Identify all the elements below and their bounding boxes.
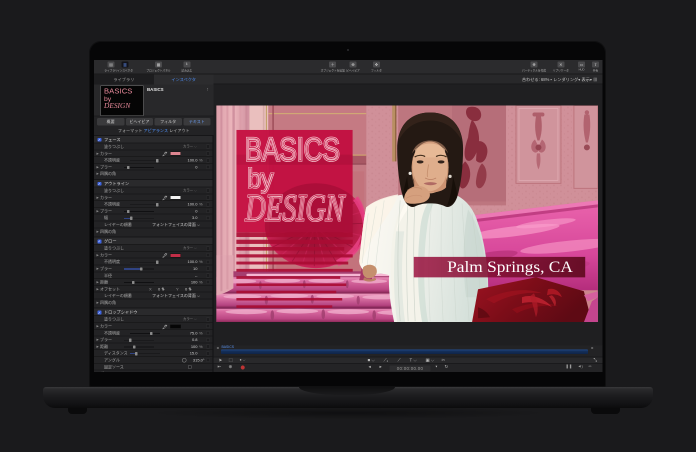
svg-text:DESIGN: DESIGN <box>244 187 346 229</box>
svg-text:BASICS: BASICS <box>244 131 339 167</box>
svg-text:Palm Springs, CA: Palm Springs, CA <box>446 258 572 275</box>
